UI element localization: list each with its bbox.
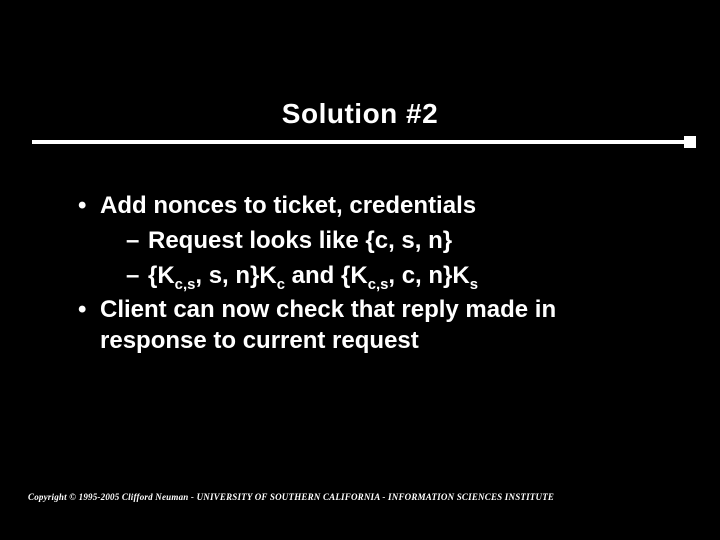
frag: {K [148, 262, 175, 289]
content-area: • Add nonces to ticket, credentials – Re… [78, 190, 660, 360]
title-endcap [684, 136, 696, 148]
bullet-2-text: Client can now check that reply made in … [100, 294, 660, 356]
dash-icon: – [126, 225, 148, 257]
bullet-1a: – Request looks like {c, s, n} [126, 225, 660, 257]
slide: Solution #2 • Add nonces to ticket, cred… [0, 0, 720, 540]
bullet-icon: • [78, 294, 100, 325]
subscript: c,s [368, 276, 389, 292]
subscript: s [470, 276, 478, 292]
frag: , s, n}K [195, 262, 276, 289]
title-underline [32, 140, 688, 144]
bullet-1a-text: Request looks like {c, s, n} [148, 225, 452, 257]
bullet-icon: • [78, 190, 100, 221]
subscript: c [277, 276, 285, 292]
title-wrap: Solution #2 [0, 98, 720, 130]
bullet-1b: – {Kc,s, s, n}Kc and {Kc,s, c, n}Ks [126, 260, 660, 292]
bullet-1b-text: {Kc,s, s, n}Kc and {Kc,s, c, n}Ks [148, 260, 478, 292]
bullet-1: • Add nonces to ticket, credentials [78, 190, 660, 221]
frag: and {K [285, 262, 368, 289]
dash-icon: – [126, 260, 148, 292]
bullet-2: • Client can now check that reply made i… [78, 294, 660, 356]
subscript: c,s [175, 276, 196, 292]
frag: , c, n}K [388, 262, 469, 289]
slide-title: Solution #2 [0, 98, 720, 130]
bullet-1-text: Add nonces to ticket, credentials [100, 190, 476, 221]
copyright-footer: Copyright © 1995-2005 Clifford Neuman - … [28, 492, 554, 502]
